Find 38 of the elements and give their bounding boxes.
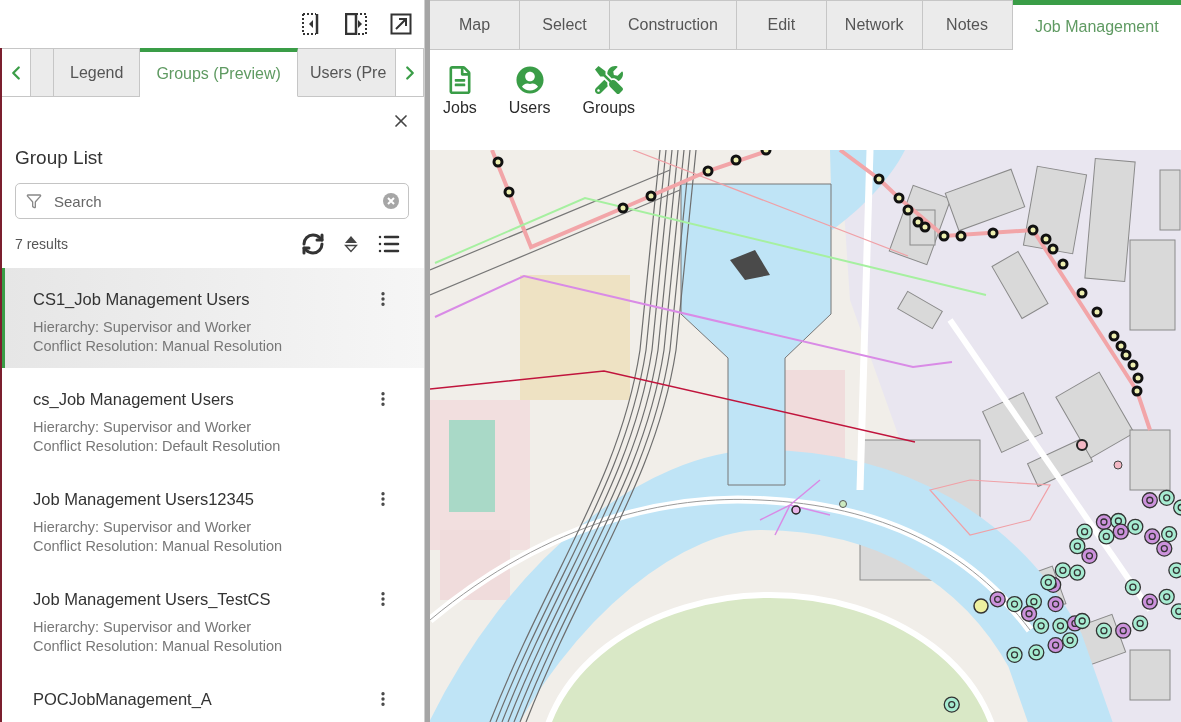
group-name: Job Management Users_TestCS [33, 589, 272, 610]
group-list-item[interactable]: CS1_Job Management Users Hierarchy: Supervisor and Worker Conflict Resolution: Manual Resolution [2, 268, 424, 368]
group-name: CS1_Job Management Users [33, 289, 251, 310]
group-name: cs_Job Management Users [33, 389, 235, 410]
ribbon-tab[interactable]: Network [826, 0, 923, 50]
tab[interactable]: Legend [54, 48, 141, 97]
group-detail: Conflict Resolution: Manual Resolution [33, 637, 284, 656]
tools-icon [594, 66, 623, 94]
group-detail: Hierarchy: Supervisor and Worker [33, 618, 253, 637]
group-name: POCJobManagement_A [33, 689, 213, 710]
ribbon-button[interactable]: Groups [577, 50, 641, 118]
tab[interactable]: Users (Pre [297, 48, 395, 97]
search-field[interactable]: Search [15, 183, 409, 219]
group-name: Job Management Users12345 [33, 489, 256, 510]
refresh-icon[interactable] [301, 232, 325, 256]
ribbon-tab[interactable]: Notes [922, 0, 1013, 50]
tab[interactable]: Groups (Preview) [140, 48, 298, 97]
group-list-title: Group List [14, 146, 104, 170]
scroll-right-button[interactable] [395, 48, 424, 97]
split-view-icon[interactable] [345, 13, 367, 35]
ribbon-tab[interactable]: Construction [610, 0, 737, 50]
user-icon [515, 66, 544, 94]
result-count: 7 results [15, 236, 68, 252]
filter-icon [26, 193, 42, 209]
ribbon-tab[interactable]: Map [430, 0, 520, 50]
ribbon-button[interactable]: Jobs [438, 50, 482, 118]
group-detail: Hierarchy: Supervisor and Worker [33, 318, 253, 337]
group-detail: Hierarchy: Supervisor and Worker [33, 518, 253, 537]
group-detail: Conflict Resolution: Default Resolution [33, 437, 282, 456]
group-detail: Hierarchy: Supervisor and Worker [33, 418, 253, 437]
ribbon-tab[interactable]: Edit [736, 0, 827, 50]
pop-out-icon[interactable] [390, 13, 412, 35]
group-detail: Conflict Resolution: Manual Resolution [33, 537, 284, 556]
scroll-left-button[interactable] [2, 48, 31, 97]
ribbon-button[interactable]: Users [503, 50, 556, 118]
ribbon-tab[interactable]: Select [520, 0, 610, 50]
sort-icon[interactable] [344, 235, 358, 253]
group-detail: Conflict Resolution: Manual Resolution [33, 337, 284, 356]
